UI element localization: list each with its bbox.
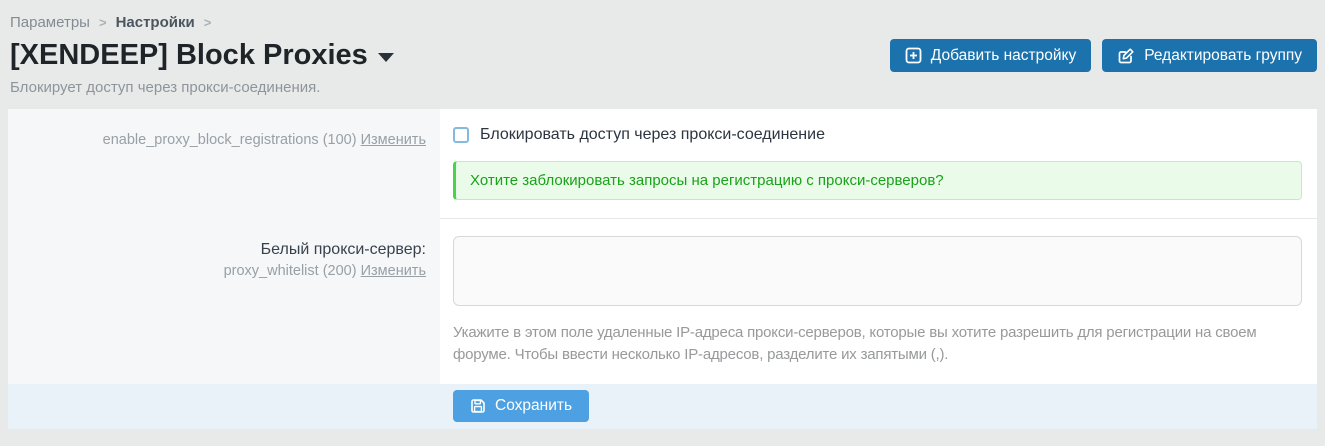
whitelist-field-label: Белый прокси-сервер: — [18, 241, 426, 259]
add-option-button[interactable]: Добавить настройку — [890, 39, 1091, 72]
settings-form: enable_proxy_block_registrations (100) И… — [8, 109, 1317, 384]
page-title-menu[interactable]: [XENDEEP] Block Proxies — [10, 39, 394, 72]
pencil-square-icon — [1117, 47, 1135, 65]
whitelist-help-text: Укажите в этом поле удаленные IP-адреса … — [453, 322, 1302, 366]
option-control-column: Блокировать доступ через прокси-соединен… — [440, 109, 1317, 219]
breadcrumb-item-settings[interactable]: Настройки — [116, 14, 195, 31]
option-control-column: Укажите в этом поле удаленные IP-адреса … — [440, 219, 1317, 384]
proxy-hint-message: Хотите заблокировать запросы на регистра… — [453, 161, 1302, 200]
breadcrumb-item-parameters[interactable]: Параметры — [10, 14, 90, 31]
add-option-button-label: Добавить настройку — [931, 47, 1076, 65]
edit-option-link[interactable]: Изменить — [361, 263, 426, 279]
page-header: [XENDEEP] Block Proxies Добавить настрой… — [0, 31, 1325, 72]
breadcrumb-separator-icon: > — [204, 15, 212, 30]
save-button[interactable]: Сохранить — [453, 390, 589, 422]
header-buttons: Добавить настройку Редактировать группу — [890, 39, 1317, 72]
form-row-enable-proxy-block: enable_proxy_block_registrations (100) И… — [8, 109, 1317, 219]
edit-group-button[interactable]: Редактировать группу — [1102, 39, 1317, 72]
page-title: [XENDEEP] Block Proxies — [10, 39, 368, 72]
breadcrumb: Параметры > Настройки > — [0, 0, 1325, 31]
option-id-text: enable_proxy_block_registrations (100) — [103, 132, 357, 148]
form-footer: Сохранить — [8, 384, 1317, 429]
breadcrumb-separator-icon: > — [99, 15, 107, 30]
option-id-text: proxy_whitelist (200) — [224, 263, 357, 279]
page-subtitle: Блокирует доступ через прокси-соединения… — [0, 72, 1325, 109]
block-proxy-checkbox-label: Блокировать доступ через прокси-соединен… — [480, 126, 825, 144]
floppy-disk-icon — [470, 398, 486, 414]
form-row-proxy-whitelist: Белый прокси-сервер: proxy_whitelist (20… — [8, 219, 1317, 384]
option-meta-column: Белый прокси-сервер: proxy_whitelist (20… — [8, 219, 440, 384]
block-proxy-checkbox-row[interactable]: Блокировать доступ через прокси-соединен… — [453, 126, 1302, 144]
edit-option-link[interactable]: Изменить — [361, 132, 426, 148]
save-button-label: Сохранить — [495, 397, 572, 415]
proxy-whitelist-textarea[interactable] — [453, 236, 1302, 306]
option-meta-column: enable_proxy_block_registrations (100) И… — [8, 109, 440, 219]
caret-down-icon — [378, 53, 394, 62]
plus-square-icon — [905, 47, 922, 64]
edit-group-button-label: Редактировать группу — [1144, 47, 1302, 65]
block-proxy-checkbox[interactable] — [453, 127, 469, 143]
